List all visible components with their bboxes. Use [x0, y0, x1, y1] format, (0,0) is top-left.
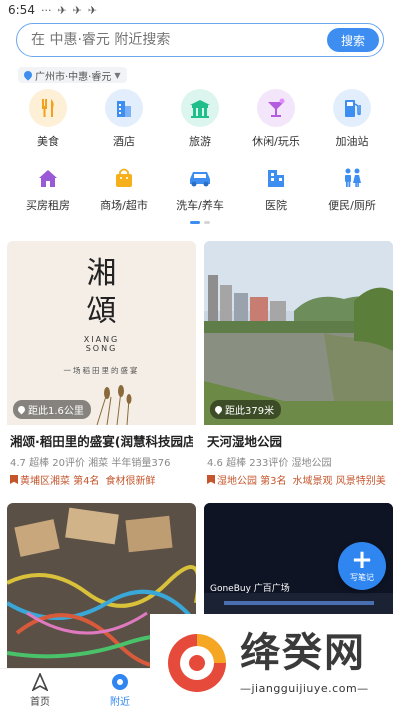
rank-label: 黄埔区湘菜 第4名 [20, 476, 100, 487]
card-tags: 湿地公园 第3名 水域景观 风景特别美 [207, 472, 390, 487]
category-gas-station[interactable]: 加油站 [322, 89, 382, 149]
card-meta: 4.7 超棒 20评价 湘菜 半年销量376 [10, 458, 171, 469]
location-pin-icon [16, 404, 27, 415]
category-label: 洗车/养车 [176, 199, 224, 212]
write-note-button[interactable]: + 写笔记 [338, 542, 386, 590]
caret-down-icon: ▼ [114, 70, 121, 80]
category-restroom[interactable]: 便民/厕所 [322, 161, 382, 213]
tab-label: 附近 [110, 696, 130, 708]
house-icon [35, 165, 61, 191]
telegram-icon: ✈ [87, 3, 98, 17]
write-note-label: 写笔记 [350, 573, 374, 582]
tab-home[interactable]: 首页 [0, 669, 80, 711]
card-title: 湘颂·稻田里的盛宴(润慧科技园店) [10, 434, 193, 449]
category-hotel[interactable]: 酒店 [94, 89, 154, 149]
clock: 6:54 [8, 3, 35, 17]
rank-tag: 黄埔区湘菜 第4名 [10, 472, 100, 487]
highlight-tag: 食材很新鲜 [105, 476, 156, 487]
location-pin-icon [22, 69, 34, 81]
card-title: 天河湿地公园 [207, 434, 283, 449]
category-mall[interactable]: 商场/超市 [94, 161, 154, 213]
tab-nearby[interactable]: 附近 [80, 669, 160, 711]
category-label: 便民/厕所 [328, 199, 376, 212]
rank-tag: 湿地公园 第3名 [207, 472, 287, 487]
category-hospital[interactable]: 医院 [246, 161, 306, 213]
feed-card[interactable]: 距此379米 天河湿地公园 4.6 超棒 233评价 湿地公园 湿地公园 第3名… [204, 241, 393, 487]
location-pin-icon [213, 404, 224, 415]
page-dot-active [190, 221, 200, 224]
navigation-arrow-icon [31, 672, 49, 691]
car-icon [187, 165, 213, 191]
category-row-secondary: 买房租房 商场/超市 洗车/养车 医院 便民/厕所 [0, 161, 400, 213]
category-food[interactable]: 美食 [18, 89, 78, 149]
poster-char-2: 頌 [86, 294, 117, 329]
category-label: 休闲/玩乐 [252, 135, 300, 148]
wetland-photo [204, 241, 393, 425]
category-label: 美食 [37, 135, 59, 148]
mall-sign: GoneBuy 广百广场 [210, 584, 290, 594]
rank-flag-icon [10, 475, 18, 484]
location-icon [111, 673, 129, 691]
hotel-icon [105, 89, 143, 127]
search-bar[interactable]: 搜索 [16, 23, 384, 57]
category-travel[interactable]: 旅游 [170, 89, 230, 149]
food-icon [29, 89, 67, 127]
category-label: 旅游 [189, 135, 211, 148]
feed-card[interactable]: 湘 頌 XIANG SONG 一场稻田里的盛宴 距此1.6公里 湘颂·稻田里的盛… [7, 241, 196, 487]
distance-label: 距此379米 [225, 406, 275, 417]
shopping-bag-icon [111, 165, 137, 191]
distance-badge: 距此379米 [210, 400, 282, 419]
highlight-tag: 水域景观 风景特别美 [292, 476, 386, 487]
poster-en-2: SONG [85, 344, 118, 353]
category-housing[interactable]: 买房租房 [18, 161, 78, 213]
distance-label: 距此1.6公里 [28, 406, 84, 417]
more-dots-icon: ··· [40, 3, 52, 17]
location-label: 广州市·中惠·睿元 [35, 71, 112, 83]
rank-label: 湿地公园 第3名 [217, 476, 287, 487]
distance-badge: 距此1.6公里 [13, 400, 91, 419]
card-image: 距此379米 [204, 241, 393, 425]
page-dot [204, 221, 210, 224]
hospital-icon [263, 165, 289, 191]
search-button[interactable]: 搜索 [327, 28, 379, 52]
cocktail-icon [257, 89, 295, 127]
category-label: 医院 [265, 199, 287, 212]
gas-station-icon [333, 89, 371, 127]
card-image: 湘 頌 XIANG SONG 一场稻田里的盛宴 距此1.6公里 [7, 241, 196, 425]
poster-char-1: 湘 [86, 256, 117, 291]
toilet-icon [339, 165, 365, 191]
category-label: 买房租房 [26, 199, 70, 212]
rice-stalk-illustration [96, 385, 132, 425]
plus-icon: + [351, 545, 373, 575]
tab-label: 首页 [30, 696, 50, 708]
category-label: 加油站 [335, 135, 369, 148]
card-tags: 黄埔区湘菜 第4名 食材很新鲜 [10, 472, 193, 487]
category-page-indicator [0, 221, 400, 224]
poster-en-1: XIANG [83, 335, 120, 344]
category-label: 酒店 [113, 135, 135, 148]
category-leisure[interactable]: 休闲/玩乐 [246, 89, 306, 149]
telegram-icon: ✈ [72, 3, 82, 17]
watermark-url: —jiangguijiuye.com— [240, 682, 369, 695]
category-row-primary: 美食 酒店 旅游 休闲/玩乐 加油站 [0, 89, 400, 149]
telegram-icon: ✈ [57, 3, 67, 17]
category-car-wash[interactable]: 洗车/养车 [170, 161, 230, 213]
notification-icons: ··· ✈ ✈ ✈ [41, 4, 97, 17]
rank-flag-icon [207, 475, 215, 484]
card-meta: 4.6 超棒 233评价 湿地公园 [207, 458, 332, 469]
watermark-text: 绛癸网 —jiangguijiuye.com— [240, 629, 369, 696]
watermark-overlay: 绛癸网 —jiangguijiuye.com— [150, 614, 400, 711]
poster-slogan: 一场稻田里的盛宴 [63, 366, 140, 375]
location-selector[interactable]: 广州市·中惠·睿元 ▼ [18, 67, 127, 83]
search-input[interactable] [31, 32, 327, 48]
category-label: 商场/超市 [100, 199, 148, 212]
travel-icon [181, 89, 219, 127]
status-bar: 6:54 ··· ✈ ✈ ✈ [0, 0, 400, 20]
watermark-logo-icon [168, 633, 226, 692]
watermark-name: 绛癸网 [240, 629, 366, 676]
